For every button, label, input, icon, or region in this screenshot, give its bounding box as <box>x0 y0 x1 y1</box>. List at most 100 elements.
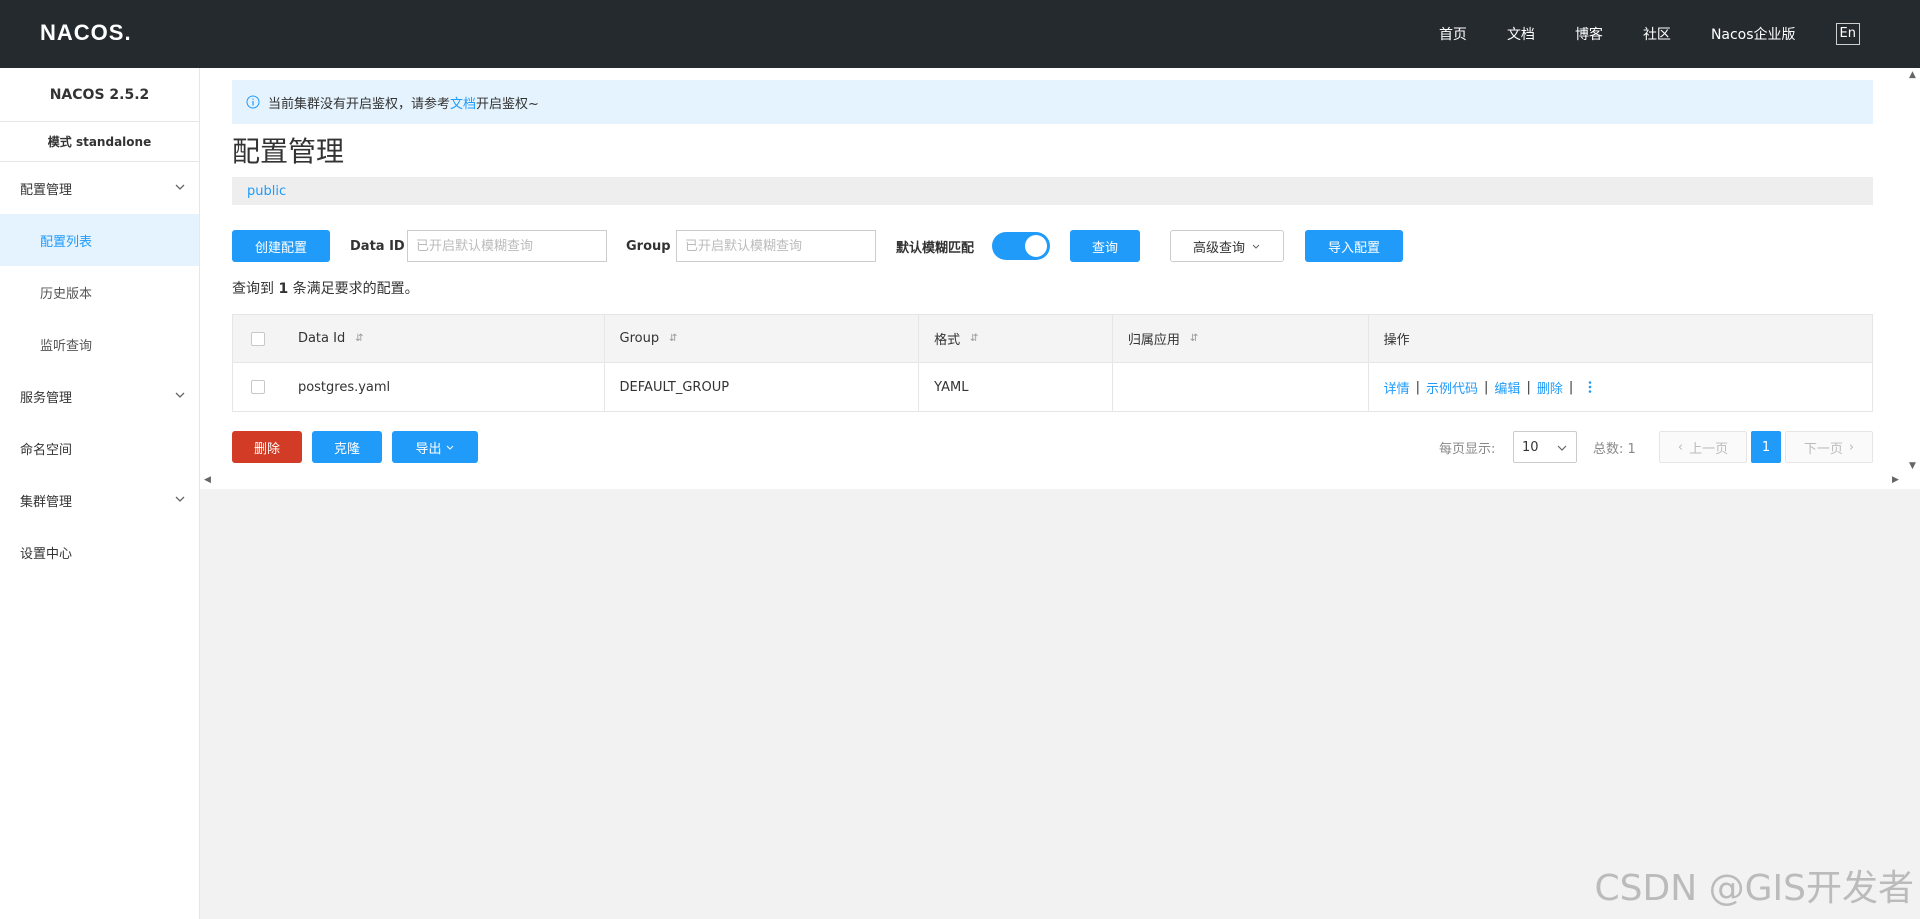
edit-link[interactable]: 编辑 <box>1494 378 1520 397</box>
separator: | <box>1568 379 1574 395</box>
detail-link[interactable]: 详情 <box>1384 378 1410 397</box>
namespace-bar: public <box>232 177 1873 205</box>
language-switch-button[interactable]: En <box>1835 23 1860 45</box>
col-group[interactable]: Group ⇵ <box>605 314 920 363</box>
nav-enterprise[interactable]: Nacos企业版 <box>1711 24 1796 44</box>
prev-page-button[interactable]: ‹ 上一页 <box>1659 431 1747 463</box>
sort-icon[interactable]: ⇵ <box>970 333 978 344</box>
next-page-button[interactable]: 下一页 › <box>1785 431 1873 463</box>
group-input[interactable] <box>676 230 876 262</box>
cell-group: DEFAULT_GROUP <box>605 363 920 411</box>
sidebar-item-listener-query[interactable]: 监听查询 <box>0 318 199 370</box>
separator: | <box>1526 379 1531 395</box>
page-size-label: 每页显示: <box>1439 441 1496 457</box>
scroll-right-icon[interactable]: ▶ <box>1892 475 1899 485</box>
nav-community[interactable]: 社区 <box>1643 24 1671 44</box>
result-prefix: 查询到 <box>232 281 274 297</box>
advanced-query-button[interactable]: 高级查询 <box>1170 230 1284 262</box>
import-config-button[interactable]: 导入配置 <box>1305 230 1403 262</box>
sidebar-item-namespace[interactable]: 命名空间 <box>0 422 199 474</box>
scroll-up-icon[interactable]: ▲ <box>1909 70 1916 80</box>
sample-code-link[interactable]: 示例代码 <box>1426 378 1478 397</box>
notice-docs-link[interactable]: 文档 <box>450 93 476 112</box>
nav-docs[interactable]: 文档 <box>1507 24 1535 44</box>
sidebar-item-service-management[interactable]: 服务管理 <box>0 370 199 422</box>
sidebar: NACOS 2.5.2 模式 standalone 配置管理 配置列表 历史版本… <box>0 68 200 919</box>
scroll-left-icon[interactable]: ◀ <box>204 475 211 485</box>
result-count: 1 <box>278 281 289 297</box>
batch-delete-button[interactable]: 删除 <box>232 431 302 463</box>
sidebar-item-label: 配置列表 <box>40 234 93 250</box>
delete-link[interactable]: 删除 <box>1537 378 1563 397</box>
group-label: Group <box>626 238 671 254</box>
sidebar-item-cluster-management[interactable]: 集群管理 <box>0 474 199 526</box>
create-config-button[interactable]: 创建配置 <box>232 230 330 262</box>
chevron-right-icon: › <box>1848 439 1855 455</box>
chevron-down-icon <box>175 184 185 190</box>
more-actions-icon[interactable] <box>1587 380 1593 394</box>
next-label: 下一页 <box>1803 441 1843 457</box>
query-button[interactable]: 查询 <box>1070 230 1140 262</box>
scroll-down-icon[interactable]: ▼ <box>1909 461 1916 471</box>
cell-app <box>1113 363 1369 411</box>
chevron-left-icon: ‹ <box>1677 439 1684 455</box>
cell-format: YAML <box>919 363 1113 411</box>
col-label: 格式 <box>934 333 961 348</box>
chevron-down-icon <box>1252 244 1260 249</box>
result-summary: 查询到 1 条满足要求的配置。 <box>232 278 419 298</box>
nav-blog[interactable]: 博客 <box>1575 24 1603 44</box>
sidebar-mode: 模式 standalone <box>0 122 199 162</box>
sidebar-item-label: 服务管理 <box>20 390 73 406</box>
nav-home[interactable]: 首页 <box>1439 24 1467 44</box>
filter-bar: 创建配置 Data ID Group 默认模糊匹配 查询 高级查询 导入配置 <box>232 230 1912 262</box>
notice-text-suffix: 开启鉴权~ <box>476 96 539 112</box>
vertical-scrollbar[interactable]: ▲ ▼ <box>1906 68 1920 481</box>
namespace-public[interactable]: public <box>247 184 286 199</box>
col-app[interactable]: 归属应用 ⇵ <box>1113 314 1369 363</box>
sidebar-item-settings[interactable]: 设置中心 <box>0 526 199 578</box>
col-label: 归属应用 <box>1127 333 1180 348</box>
col-label: Group <box>619 331 660 346</box>
notice-text-prefix: 当前集群没有开启鉴权，请参考 <box>268 96 451 112</box>
sidebar-item-history[interactable]: 历史版本 <box>0 266 199 318</box>
sort-icon[interactable]: ⇵ <box>355 333 363 344</box>
page-size-value: 10 <box>1522 439 1539 455</box>
col-label: 操作 <box>1383 333 1410 348</box>
row-checkbox[interactable] <box>250 380 265 394</box>
table-row: postgres.yaml DEFAULT_GROUP YAML 详情 | 示例代… <box>233 363 1872 411</box>
sidebar-item-config-list[interactable]: 配置列表 <box>0 214 199 266</box>
header-checkbox-cell <box>233 315 283 363</box>
info-icon <box>246 95 260 109</box>
page-title: 配置管理 <box>232 135 345 168</box>
data-id-input[interactable] <box>407 230 607 262</box>
sort-icon[interactable]: ⇵ <box>1190 333 1198 344</box>
data-id-label: Data ID <box>350 238 405 254</box>
clone-button[interactable]: 克隆 <box>312 431 382 463</box>
top-nav-links: 首页 文档 博客 社区 Nacos企业版 En <box>1399 0 1860 68</box>
sidebar-item-config-management[interactable]: 配置管理 <box>0 162 199 214</box>
separator: | <box>1484 379 1489 395</box>
chevron-down-icon <box>1557 445 1567 451</box>
auth-notice: 当前集群没有开启鉴权，请参考 文档 开启鉴权~ <box>232 80 1873 124</box>
col-actions: 操作 <box>1369 315 1872 363</box>
sidebar-item-label: 配置管理 <box>20 182 73 198</box>
table-header: Data Id ⇵ Group ⇵ 格式 ⇵ 归属应用 ⇵ 操作 <box>233 314 1872 363</box>
separator: | <box>1415 379 1421 395</box>
col-label: Data Id <box>297 331 346 346</box>
prev-label: 上一页 <box>1689 441 1729 457</box>
row-checkbox-cell <box>233 363 283 411</box>
cell-actions: 详情 | 示例代码 | 编辑 | 删除 | <box>1369 363 1872 411</box>
chevron-down-icon <box>446 445 453 450</box>
page-size-select[interactable]: 10 <box>1513 431 1577 463</box>
fuzzy-match-label: 默认模糊匹配 <box>896 240 975 256</box>
sort-icon[interactable]: ⇵ <box>669 333 677 344</box>
col-data-id[interactable]: Data Id ⇵ <box>283 314 605 363</box>
col-format[interactable]: 格式 ⇵ <box>919 314 1113 363</box>
export-button[interactable]: 导出 <box>392 431 478 463</box>
current-page-button[interactable]: 1 <box>1751 431 1781 463</box>
fuzzy-match-toggle[interactable] <box>992 232 1050 260</box>
advanced-query-label: 高级查询 <box>1192 240 1245 256</box>
top-navbar: NACOS. 首页 文档 博客 社区 Nacos企业版 En <box>0 0 1920 68</box>
nacos-logo[interactable]: NACOS. <box>40 20 132 46</box>
select-all-checkbox[interactable] <box>250 331 265 346</box>
